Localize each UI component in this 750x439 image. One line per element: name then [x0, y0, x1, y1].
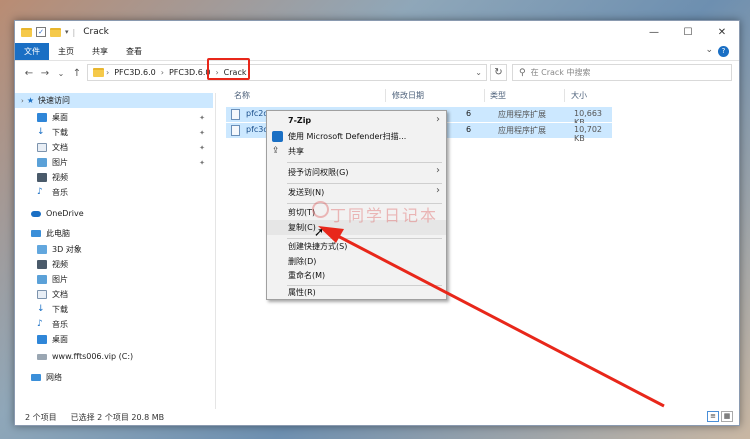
annotation-arrow: [318, 226, 665, 408]
mouse-cursor-icon: ➚: [314, 225, 325, 239]
annotation-arrow-shaft: [331, 231, 665, 408]
